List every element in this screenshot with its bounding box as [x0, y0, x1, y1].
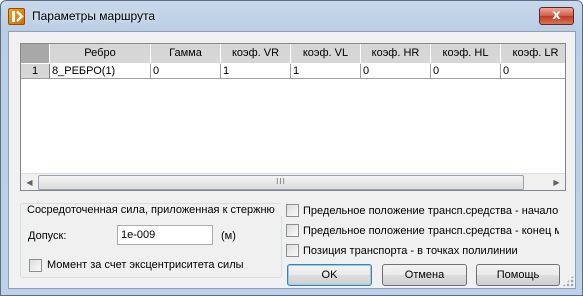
- ok-button[interactable]: OK: [287, 264, 372, 286]
- cell-hl[interactable]: 0: [431, 64, 501, 79]
- dialog-body: Ребро Гамма коэф. VR коэф. VL коэф. HR к…: [8, 31, 576, 289]
- column-header-gamma[interactable]: Гамма: [151, 44, 221, 64]
- limit-start-checkbox[interactable]: [286, 204, 299, 217]
- scroll-thumb[interactable]: III: [38, 175, 524, 190]
- cell-hr[interactable]: 0: [361, 64, 431, 79]
- resize-grip-icon[interactable]: [562, 275, 574, 287]
- horizontal-scrollbar[interactable]: ◀ III ▶: [21, 173, 565, 190]
- grip-lines-icon: III: [276, 177, 286, 186]
- app-logo-icon: [8, 8, 25, 25]
- title-bar[interactable]: Параметры маршрута x: [1, 1, 582, 31]
- header-corner[interactable]: [21, 44, 50, 64]
- moment-eccentricity-checkbox[interactable]: [29, 259, 42, 272]
- help-button[interactable]: Помощь: [476, 264, 560, 286]
- limit-end-checkbox[interactable]: [286, 224, 299, 237]
- limit-end-label[interactable]: Предельное положение трансп.средства - к…: [303, 225, 559, 237]
- polyline-points-checkbox[interactable]: [286, 244, 299, 257]
- column-header-edge[interactable]: Ребро: [50, 44, 151, 64]
- scroll-left-icon[interactable]: ◀: [21, 174, 38, 190]
- cell-lr[interactable]: 0: [501, 64, 565, 79]
- limit-start-label[interactable]: Предельное положение трансп.средства - н…: [303, 205, 559, 217]
- cancel-button[interactable]: Отмена: [382, 264, 467, 286]
- column-header-vl[interactable]: коэф. VL: [291, 44, 361, 64]
- cell-edge[interactable]: 8_РЕБРО(1): [50, 64, 151, 79]
- cell-gamma[interactable]: 0: [151, 64, 221, 79]
- column-header-lr[interactable]: коэф. LR: [501, 44, 565, 64]
- row-number[interactable]: 1: [21, 64, 50, 79]
- cell-vl[interactable]: 1: [291, 64, 361, 79]
- column-header-hl[interactable]: коэф. HL: [431, 44, 501, 64]
- polyline-points-label[interactable]: Позиция транспорта - в точках полилинии: [303, 245, 559, 257]
- route-parameters-table[interactable]: Ребро Гамма коэф. VR коэф. VL коэф. HR к…: [20, 43, 566, 191]
- column-header-hr[interactable]: коэф. HR: [361, 44, 431, 64]
- group-title: Сосредоточенная сила, приложенная к стер…: [25, 204, 283, 216]
- table-header: Ребро Гамма коэф. VR коэф. VL коэф. HR к…: [21, 44, 565, 64]
- tolerance-input[interactable]: 1e-009: [117, 225, 213, 245]
- moment-eccentricity-label[interactable]: Момент за счет эксцентриситета силы: [47, 259, 279, 271]
- table-row[interactable]: 1 8_РЕБРО(1) 0 1 1 0 0 0: [21, 64, 565, 79]
- cell-vr[interactable]: 1: [221, 64, 291, 79]
- tolerance-unit: (м): [221, 230, 236, 242]
- column-header-vr[interactable]: коэф. VR: [221, 44, 291, 64]
- window-title: Параметры маршрута: [32, 9, 156, 23]
- close-button[interactable]: x: [539, 7, 574, 25]
- scroll-right-icon[interactable]: ▶: [548, 174, 565, 190]
- dialog-window: Параметры маршрута x Ребро Гамма коэф. V…: [0, 0, 583, 296]
- tolerance-label: Допуск:: [28, 230, 67, 242]
